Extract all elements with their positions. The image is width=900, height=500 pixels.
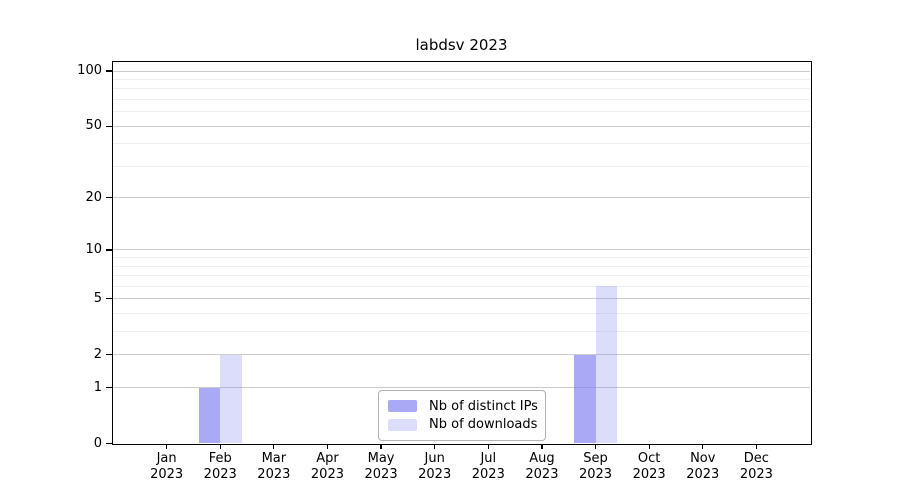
y-tick-mark <box>106 354 112 355</box>
legend: Nb of distinct IPs Nb of downloads <box>378 390 546 441</box>
x-tick-mark <box>649 444 650 449</box>
x-tick-label: Mar2023 <box>244 451 304 483</box>
x-tick-label: May2023 <box>351 451 411 483</box>
y-tick-label: 1 <box>0 380 102 396</box>
legend-item-downloads: Nb of downloads <box>388 416 536 433</box>
x-tick-mark <box>702 444 703 449</box>
y-tick-label: 10 <box>0 242 102 258</box>
x-tick-mark <box>541 444 542 449</box>
y-tick-mark <box>106 126 112 127</box>
y-tick-mark <box>106 249 112 250</box>
x-tick-mark <box>488 444 489 449</box>
legend-label-downloads: Nb of downloads <box>429 417 537 432</box>
y-tick-mark <box>106 70 112 71</box>
legend-label-distinct-ips: Nb of distinct IPs <box>429 399 538 414</box>
x-tick-mark <box>756 444 757 449</box>
y-tick-mark <box>106 443 112 444</box>
y-tick-label: 50 <box>0 118 102 134</box>
x-tick-mark <box>434 444 435 449</box>
x-tick-label: Sep2023 <box>566 451 626 483</box>
x-tick-mark <box>595 444 596 449</box>
figure: labdsv 2023 0125102050100Jan2023Feb2023M… <box>0 0 900 500</box>
y-tick-label: 100 <box>0 63 102 79</box>
y-tick-label: 5 <box>0 291 102 307</box>
y-tick-label: 20 <box>0 190 102 206</box>
x-tick-label: Oct2023 <box>619 451 679 483</box>
legend-item-distinct-ips: Nb of distinct IPs <box>388 398 536 415</box>
y-tick-mark <box>106 387 112 388</box>
y-tick-label: 0 <box>0 436 102 452</box>
y-tick-mark <box>106 197 112 198</box>
y-tick-label: 2 <box>0 347 102 363</box>
x-tick-mark <box>220 444 221 449</box>
x-tick-mark <box>380 444 381 449</box>
y-tick-mark <box>106 298 112 299</box>
x-tick-mark <box>273 444 274 449</box>
x-tick-label: Apr2023 <box>297 451 357 483</box>
x-tick-label: Jul2023 <box>458 451 518 483</box>
x-tick-label: Aug2023 <box>512 451 572 483</box>
x-tick-label: Dec2023 <box>726 451 786 483</box>
x-tick-label: Jan2023 <box>137 451 197 483</box>
x-tick-label: Nov2023 <box>673 451 733 483</box>
legend-swatch-distinct-ips-icon <box>388 400 417 412</box>
x-tick-mark <box>327 444 328 449</box>
x-tick-mark <box>166 444 167 449</box>
x-tick-label: Feb2023 <box>190 451 250 483</box>
x-tick-label: Jun2023 <box>405 451 465 483</box>
legend-swatch-downloads-icon <box>388 419 417 431</box>
